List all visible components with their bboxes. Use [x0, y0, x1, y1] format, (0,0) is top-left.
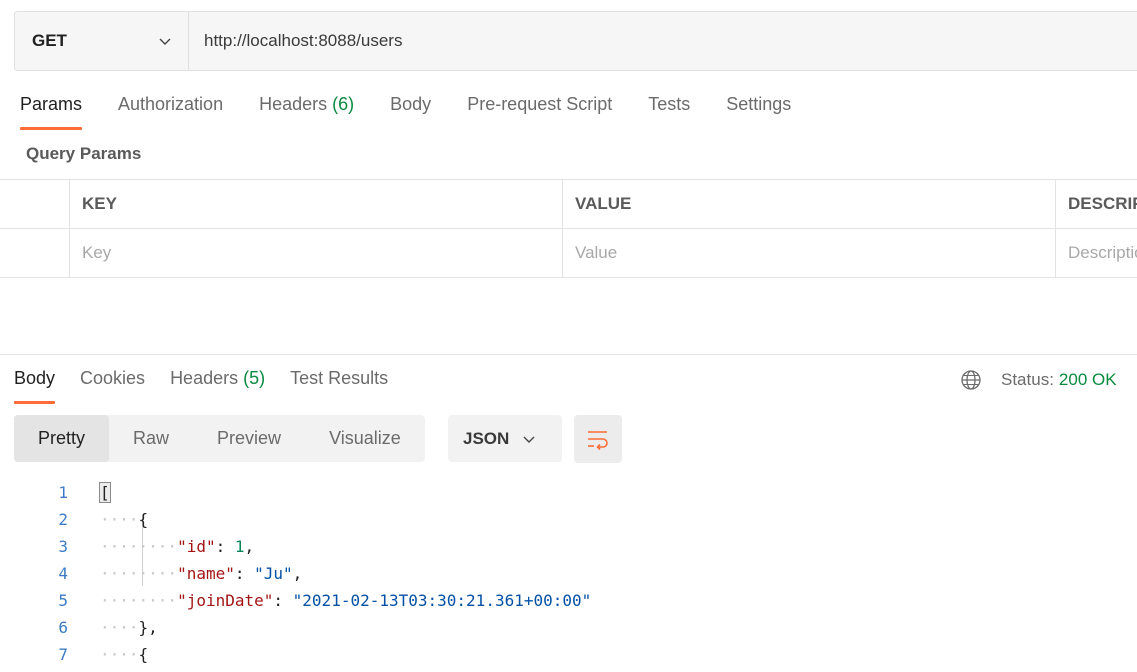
- globe-icon[interactable]: [960, 369, 982, 391]
- line-number: 7: [58, 645, 68, 664]
- response-tab-headers[interactable]: Headers (5): [170, 368, 265, 404]
- chevron-down-icon: [523, 436, 535, 443]
- tab-prerequest-script[interactable]: Pre-request Script: [467, 94, 612, 130]
- json-string: "Ju": [254, 564, 293, 583]
- code-line: 2 ····{: [0, 506, 148, 533]
- response-tab-test-results[interactable]: Test Results: [290, 368, 388, 404]
- tab-body-label: Body: [390, 94, 432, 114]
- method-label: GET: [32, 31, 67, 50]
- wrap-lines-button[interactable]: [574, 415, 622, 463]
- tab-authorization[interactable]: Authorization: [118, 94, 223, 130]
- format-preview-button[interactable]: Preview: [193, 415, 305, 462]
- response-code-view[interactable]: 1 [ 2 ····{ 3 ········"id": 1, 4 ·······…: [0, 479, 591, 668]
- chevron-down-icon: [159, 38, 171, 45]
- json-string: "2021-02-13T03:30:21.361+00:00": [292, 591, 592, 610]
- code-line: 6 ····},: [0, 614, 157, 641]
- params-header-row: KEY VALUE DESCRIPTION: [0, 180, 1137, 229]
- key-column-header: KEY: [70, 180, 563, 228]
- params-table: KEY VALUE DESCRIPTION Key Value Descript…: [0, 179, 1137, 278]
- code-line: 7 ····{: [0, 641, 148, 668]
- format-raw-button[interactable]: Raw: [109, 415, 193, 462]
- row-checkbox-cell: [0, 229, 70, 277]
- description-column-header: DESCRIPTION: [1068, 194, 1137, 213]
- format-toggle-group: Pretty Raw Preview Visualize: [14, 415, 425, 462]
- json-brace: {: [138, 645, 149, 664]
- row-select-column: [0, 180, 70, 228]
- code-line: 4 ········"name": "Ju",: [0, 560, 302, 587]
- line-number: 4: [58, 564, 68, 583]
- line-number: 6: [58, 618, 68, 637]
- code-line: 3 ········"id": 1,: [0, 533, 254, 560]
- tab-params-label: Params: [20, 94, 83, 114]
- line-number: 2: [58, 510, 68, 529]
- response-headers-count-badge: (5): [243, 368, 266, 388]
- json-bracket: [: [99, 482, 111, 503]
- tab-headers[interactable]: Headers (6): [259, 94, 354, 130]
- line-number: 1: [58, 483, 68, 502]
- tab-settings[interactable]: Settings: [726, 94, 791, 130]
- json-key: "id": [177, 537, 216, 556]
- response-tab-headers-label: Headers: [170, 368, 239, 388]
- tab-params[interactable]: Params: [20, 94, 83, 130]
- tab-body[interactable]: Body: [390, 94, 431, 130]
- value-column-header: VALUE: [563, 180, 1056, 228]
- response-tab-body-label: Body: [14, 368, 56, 388]
- pane-divider[interactable]: [0, 354, 1137, 355]
- status-value[interactable]: 200 OK: [1059, 370, 1117, 390]
- url-text: http://localhost:8088/users: [204, 31, 403, 50]
- tab-settings-label: Settings: [726, 94, 792, 114]
- description-input[interactable]: Description: [1056, 229, 1137, 277]
- tab-authorization-label: Authorization: [118, 94, 224, 114]
- response-tab-body[interactable]: Body: [14, 368, 56, 404]
- line-number: 5: [58, 591, 68, 610]
- response-tabs: Body Cookies Headers (5) Test Results: [14, 368, 413, 404]
- key-input[interactable]: Key: [70, 229, 563, 277]
- json-brace: },: [138, 618, 158, 637]
- response-tab-test-results-label: Test Results: [290, 368, 389, 388]
- response-tab-cookies-label: Cookies: [80, 368, 146, 388]
- params-empty-row: Key Value Description: [0, 229, 1137, 278]
- line-number: 3: [58, 537, 68, 556]
- response-tab-cookies[interactable]: Cookies: [80, 368, 145, 404]
- headers-count-badge: (6): [332, 94, 355, 114]
- json-key: "name": [177, 564, 235, 583]
- language-select[interactable]: JSON: [448, 415, 562, 462]
- format-visualize-button[interactable]: Visualize: [305, 415, 425, 462]
- json-number: 1: [234, 537, 245, 556]
- format-pretty-button[interactable]: Pretty: [14, 415, 110, 462]
- status-label: Status:: [1001, 370, 1054, 389]
- code-line: 1 [: [0, 479, 111, 506]
- value-input[interactable]: Value: [563, 229, 1056, 277]
- language-select-label: JSON: [463, 428, 510, 448]
- json-key: "joinDate": [177, 591, 274, 610]
- url-input[interactable]: http://localhost:8088/users: [189, 12, 1137, 70]
- request-tabs: Params Authorization Headers (6) Body Pr…: [20, 94, 827, 132]
- tab-tests[interactable]: Tests: [648, 94, 690, 130]
- tab-headers-label: Headers: [259, 94, 328, 114]
- json-brace: {: [138, 510, 149, 529]
- response-status: Status: 200 OK: [960, 369, 1117, 391]
- code-line: 5 ········"joinDate": "2021-02-13T03:30:…: [0, 587, 591, 614]
- query-params-title: Query Params: [26, 144, 142, 163]
- tab-prerequest-label: Pre-request Script: [467, 94, 613, 114]
- request-bar: GET http://localhost:8088/users: [14, 11, 1137, 71]
- wrap-lines-icon: [588, 431, 608, 450]
- method-select[interactable]: GET: [15, 12, 189, 70]
- tab-tests-label: Tests: [648, 94, 691, 114]
